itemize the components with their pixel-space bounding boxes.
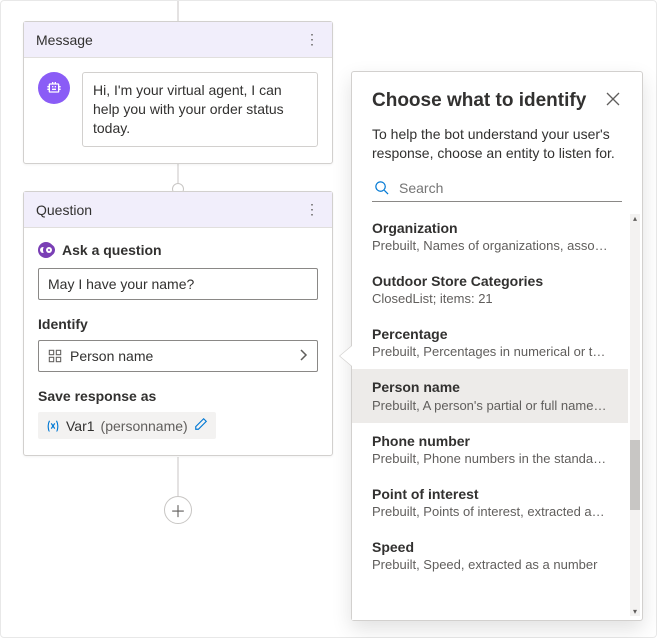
ask-question-heading: Ask a question: [38, 242, 318, 258]
entity-item-name: Outdoor Store Categories: [372, 272, 608, 290]
flyout-title: Choose what to identify: [372, 90, 586, 112]
question-node-header: Question ⋮: [24, 192, 332, 228]
node-menu-button[interactable]: ⋮: [304, 31, 320, 48]
entity-search-box[interactable]: [372, 175, 622, 202]
variable-chip[interactable]: Var1 (personname): [38, 412, 216, 439]
identify-entity-value: Person name: [70, 348, 153, 364]
variable-name: Var1: [66, 418, 95, 434]
entity-list-item[interactable]: Outdoor Store CategoriesClosedList; item…: [352, 263, 628, 316]
identify-entity-flyout: Choose what to identify To help the bot …: [351, 71, 643, 621]
question-node[interactable]: Question ⋮ Ask a question Identify Perso…: [23, 191, 333, 456]
entity-search-input[interactable]: [399, 180, 620, 196]
entity-list-item[interactable]: PercentagePrebuilt, Percentages in numer…: [352, 316, 628, 369]
entity-item-desc: Prebuilt, Phone numbers in the standard …: [372, 451, 608, 466]
scrollbar-track[interactable]: [630, 214, 640, 616]
entity-list-item[interactable]: SpeedPrebuilt, Speed, extracted as a num…: [352, 529, 628, 582]
identify-label: Identify: [38, 316, 318, 332]
entity-list-item[interactable]: Point of interestPrebuilt, Points of int…: [352, 476, 628, 529]
chevron-right-icon: [298, 348, 308, 364]
entity-item-desc: Prebuilt, Speed, extracted as a number: [372, 557, 608, 572]
close-icon[interactable]: [604, 90, 622, 113]
add-node-button[interactable]: ＋: [164, 496, 192, 524]
message-node[interactable]: Message ⋮ Hi, I'm your virtual agent, I …: [23, 21, 333, 164]
variable-icon: [46, 419, 60, 433]
bot-avatar-icon: [38, 72, 70, 104]
entity-list-item[interactable]: Phone numberPrebuilt, Phone numbers in t…: [352, 423, 628, 476]
entity-item-name: Phone number: [372, 432, 608, 450]
entity-item-desc: ClosedList; items: 21: [372, 291, 608, 306]
entity-item-desc: Prebuilt, Points of interest, extracted …: [372, 504, 608, 519]
entity-list-item[interactable]: Person name Prebuilt, A person's partial …: [352, 369, 628, 422]
scroll-down-icon[interactable]: ▾: [630, 606, 640, 616]
node-menu-button[interactable]: ⋮: [304, 201, 320, 218]
ask-question-label: Ask a question: [62, 242, 162, 258]
edit-variable-button[interactable]: [194, 417, 208, 434]
message-text[interactable]: Hi, I'm your virtual agent, I can help y…: [82, 72, 318, 147]
entity-item-name: Percentage: [372, 325, 608, 343]
authoring-canvas: Message ⋮ Hi, I'm your virtual agent, I …: [23, 1, 333, 637]
entity-item-desc: Prebuilt, Names of organizations, associ…: [372, 238, 608, 253]
entity-list-item[interactable]: OrganizationPrebuilt, Names of organizat…: [352, 210, 628, 263]
search-icon: [374, 180, 389, 195]
entity-item-name: Person name: [372, 378, 608, 396]
message-node-header: Message ⋮: [24, 22, 332, 58]
connector-line: [178, 1, 179, 21]
variable-type: (personname): [101, 418, 188, 434]
scroll-up-icon[interactable]: ▴: [630, 214, 640, 224]
entity-item-name: Point of interest: [372, 485, 608, 503]
entity-item-name: Organization: [372, 219, 608, 237]
entity-list[interactable]: OrganizationPrebuilt, Names of organizat…: [352, 210, 628, 620]
save-response-label: Save response as: [38, 388, 318, 404]
flyout-subtitle: To help the bot understand your user's r…: [352, 119, 642, 175]
question-text-input[interactable]: [38, 268, 318, 300]
question-node-title: Question: [36, 202, 92, 218]
flyout-pointer: [340, 346, 352, 366]
message-node-title: Message: [36, 32, 93, 48]
entity-item-desc: Prebuilt, Percentages in numerical or te…: [372, 344, 608, 359]
identify-entity-picker[interactable]: Person name: [38, 340, 318, 372]
scrollbar-thumb[interactable]: [630, 440, 640, 510]
entity-icon: [48, 349, 62, 363]
entity-item-desc: Prebuilt, A person's partial or full nam…: [372, 398, 608, 413]
question-icon: [38, 242, 54, 258]
entity-item-name: Speed: [372, 538, 608, 556]
